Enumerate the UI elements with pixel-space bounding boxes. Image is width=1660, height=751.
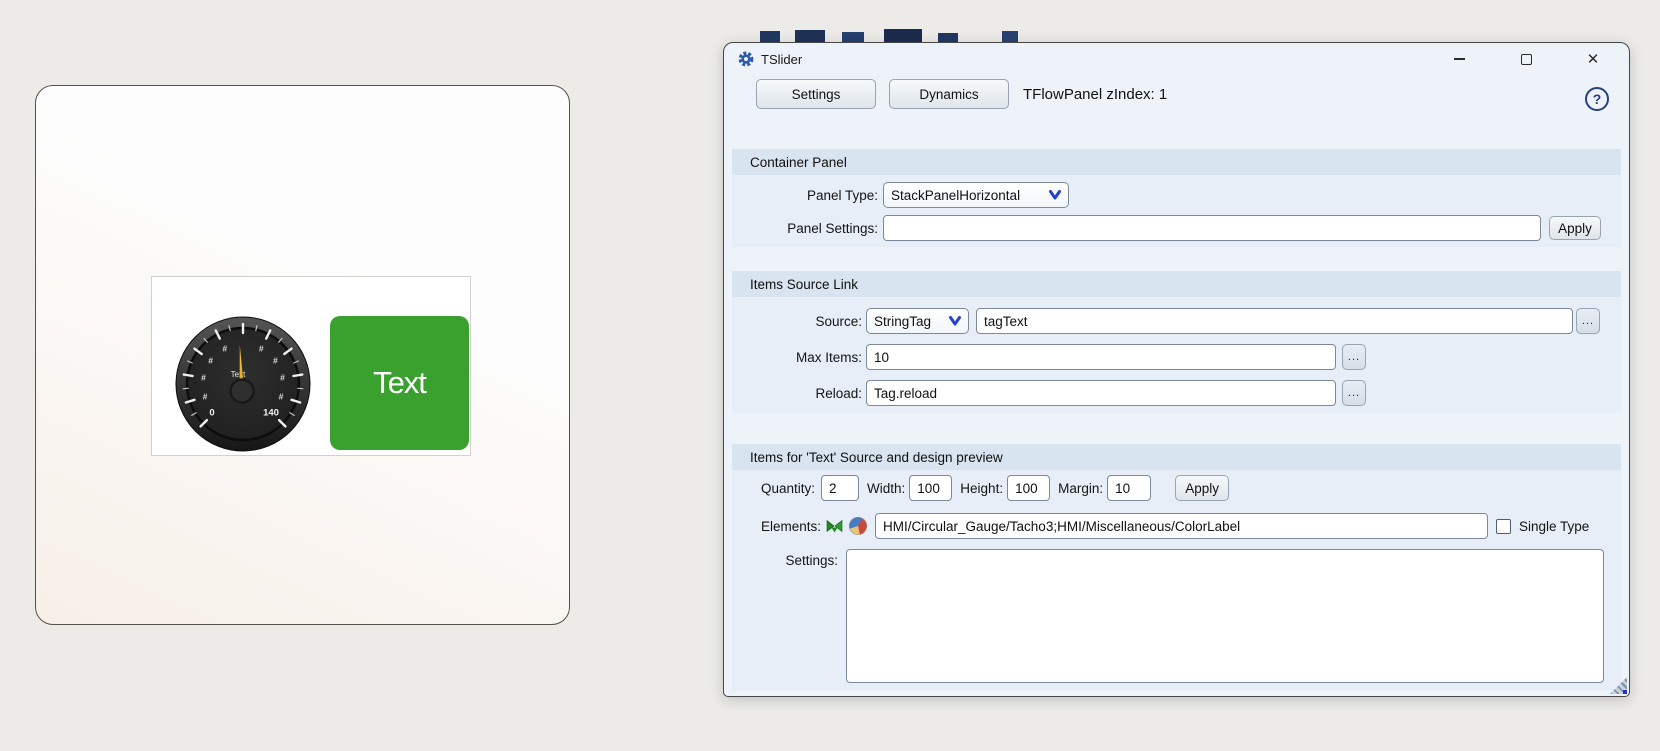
height-label: Height: xyxy=(960,481,1003,496)
source-label: Source: xyxy=(732,314,862,329)
resize-grip-dot xyxy=(1623,690,1627,694)
background-window-fragment xyxy=(760,31,780,42)
background-window-fragment xyxy=(795,30,825,42)
gauge-tick-label: # xyxy=(222,343,227,353)
source-tag-input[interactable] xyxy=(976,308,1573,334)
color-label-text: Text xyxy=(373,365,426,401)
quantity-input[interactable] xyxy=(821,475,859,501)
tacho-gauge-widget[interactable]: # # # # # # # # 0 140 Text xyxy=(174,315,312,453)
source-type-dropdown[interactable]: StringTag xyxy=(866,308,969,334)
pie-chart-element-icon xyxy=(849,517,867,535)
panel-settings-label: Panel Settings: xyxy=(732,221,878,236)
margin-label: Margin: xyxy=(1058,481,1103,496)
max-items-input[interactable] xyxy=(866,344,1336,370)
design-preview-panel: # # # # # # # # 0 140 Text xyxy=(35,85,570,625)
help-icon[interactable]: ? xyxy=(1585,87,1609,111)
background-window-fragment xyxy=(938,33,958,42)
tab-dynamics[interactable]: Dynamics xyxy=(889,79,1009,109)
gauge-min-label: 0 xyxy=(209,408,214,419)
gauge-tick-label: # xyxy=(279,392,284,402)
panel-settings-input[interactable] xyxy=(883,215,1541,241)
width-label: Width: xyxy=(867,481,905,496)
valve-element-icon xyxy=(825,517,843,535)
margin-input[interactable] xyxy=(1107,475,1151,501)
gauge-tick-label: # xyxy=(280,373,285,383)
panel-type-dropdown[interactable]: StackPanelHorizontal xyxy=(883,182,1069,208)
zindex-status-label: TFlowPanel zIndex: 1 xyxy=(1023,86,1167,103)
window-title: TSlider xyxy=(761,52,802,67)
max-items-label: Max Items: xyxy=(732,350,862,365)
tacho-gauge-icon: # # # # # # # # 0 140 Text xyxy=(174,315,312,453)
close-icon: ✕ xyxy=(1587,52,1600,67)
maximize-button[interactable] xyxy=(1503,49,1549,69)
reload-input[interactable] xyxy=(866,380,1336,406)
gauge-tick-label: # xyxy=(259,343,264,353)
section-items-source: Items Source Link Source: StringTag ... … xyxy=(732,271,1621,413)
single-type-checkbox[interactable] xyxy=(1496,519,1511,534)
gauge-tick-label: # xyxy=(273,356,278,366)
preview-canvas: # # # # # # # # 0 140 Text xyxy=(151,276,471,456)
gauge-title-label: Text xyxy=(231,370,246,379)
reload-label: Reload: xyxy=(732,386,862,401)
reload-browse-button[interactable]: ... xyxy=(1342,380,1366,406)
gear-icon xyxy=(738,51,754,67)
gauge-tick-label: # xyxy=(203,392,208,402)
design-apply-button[interactable]: Apply xyxy=(1175,475,1229,501)
background-window-fragment xyxy=(884,29,922,42)
section-items-design: Items for 'Text' Source and design previ… xyxy=(732,444,1621,691)
desktop: { "window": { "title": "TSlider", "toolb… xyxy=(0,0,1660,751)
panel-type-value: StackPanelHorizontal xyxy=(891,188,1048,203)
panel-type-label: Panel Type: xyxy=(732,188,878,203)
toolbar: Settings Dynamics TFlowPanel zIndex: 1 ? xyxy=(756,79,1609,109)
color-label-widget[interactable]: Text xyxy=(330,316,469,450)
gauge-tick-label: # xyxy=(208,356,213,366)
titlebar[interactable]: TSlider ✕ xyxy=(724,43,1629,75)
section-container-panel: Container Panel Panel Type: StackPanelHo… xyxy=(732,149,1621,247)
width-input[interactable] xyxy=(909,475,952,501)
chevron-down-icon xyxy=(948,316,962,326)
section-header: Container Panel xyxy=(732,149,1621,175)
gauge-tick-label: # xyxy=(201,373,206,383)
tslider-window: TSlider ✕ Settings Dynamics TFlowPanel z… xyxy=(723,42,1630,697)
maximize-icon xyxy=(1521,54,1532,65)
height-input[interactable] xyxy=(1007,475,1050,501)
max-items-browse-button[interactable]: ... xyxy=(1342,344,1366,370)
background-window-fragment xyxy=(842,32,864,42)
source-browse-button[interactable]: ... xyxy=(1576,308,1600,334)
settings-textarea[interactable] xyxy=(846,549,1604,683)
quantity-label: Quantity: xyxy=(761,481,815,496)
settings-label: Settings: xyxy=(732,549,838,568)
chevron-down-icon xyxy=(1048,190,1062,200)
minimize-icon xyxy=(1454,58,1465,60)
gauge-max-label: 140 xyxy=(263,408,279,419)
single-type-label: Single Type xyxy=(1519,519,1589,534)
section-header: Items Source Link xyxy=(732,271,1621,297)
source-type-value: StringTag xyxy=(874,314,948,329)
close-button[interactable]: ✕ xyxy=(1570,49,1616,69)
minimize-button[interactable] xyxy=(1436,49,1482,69)
elements-input[interactable] xyxy=(875,513,1488,539)
tab-settings[interactable]: Settings xyxy=(756,79,876,109)
background-window-fragment xyxy=(1002,31,1018,42)
elements-label: Elements: xyxy=(732,519,821,534)
panel-settings-apply-button[interactable]: Apply xyxy=(1549,216,1601,240)
section-header: Items for 'Text' Source and design previ… xyxy=(732,444,1621,470)
